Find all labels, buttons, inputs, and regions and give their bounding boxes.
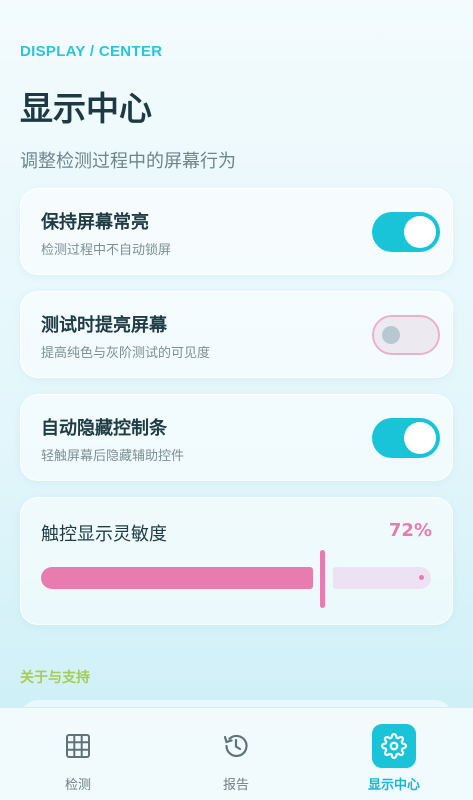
nav-item-detect[interactable]: 检测 (28, 724, 128, 794)
setting-label: 自动隐藏控制条 (41, 418, 167, 439)
nav-item-report[interactable]: 报告 (186, 724, 286, 794)
sensitivity-value: 72% (388, 520, 432, 541)
nav-label: 显示中心 (367, 778, 420, 793)
page-overline: DISPLAY / CENTER (20, 43, 163, 60)
sensitivity-card: 触控显示灵敏度 72% (20, 497, 453, 625)
page-title: 显示中心 (20, 89, 152, 128)
nav-label: 检测 (64, 778, 91, 793)
setting-label: 测试时提亮屏幕 (41, 315, 167, 336)
nav-label: 报告 (222, 778, 249, 793)
slider-track-fill[interactable] (41, 567, 313, 589)
section-about-support: 关于与支持 (20, 670, 90, 686)
toggle-knob (404, 216, 436, 248)
slider-thumb[interactable] (319, 550, 325, 608)
setting-description: 检测过程中不自动锁屏 (41, 243, 172, 258)
setting-keep-screen-on: 保持屏幕常亮 检测过程中不自动锁屏 (20, 188, 453, 275)
page-subtitle: 调整检测过程中的屏幕行为 (20, 151, 236, 172)
setting-label: 保持屏幕常亮 (41, 212, 149, 233)
history-icon (214, 724, 258, 768)
bottom-navigation: 检测 报告 显示中心 (0, 707, 473, 800)
nav-item-display-center[interactable]: 显示中心 (344, 724, 444, 794)
slider-end-dot (419, 575, 424, 580)
grid-icon (56, 724, 100, 768)
sensitivity-label: 触控显示灵敏度 (41, 524, 167, 545)
auto-hide-controls-toggle[interactable] (372, 418, 440, 458)
brighten-screen-toggle[interactable] (372, 315, 440, 355)
setting-auto-hide-controls: 自动隐藏控制条 轻触屏幕后隐藏辅助控件 (20, 394, 453, 481)
setting-description: 轻触屏幕后隐藏辅助控件 (41, 449, 185, 464)
setting-brighten-screen: 测试时提亮屏幕 提高纯色与灰阶测试的可见度 (20, 291, 453, 378)
setting-description: 提高纯色与灰阶测试的可见度 (41, 346, 211, 361)
gear-icon (372, 724, 416, 768)
slider-track-rest[interactable] (332, 567, 431, 589)
toggle-knob (404, 422, 436, 454)
toggle-knob (382, 326, 400, 344)
keep-screen-on-toggle[interactable] (372, 212, 440, 252)
